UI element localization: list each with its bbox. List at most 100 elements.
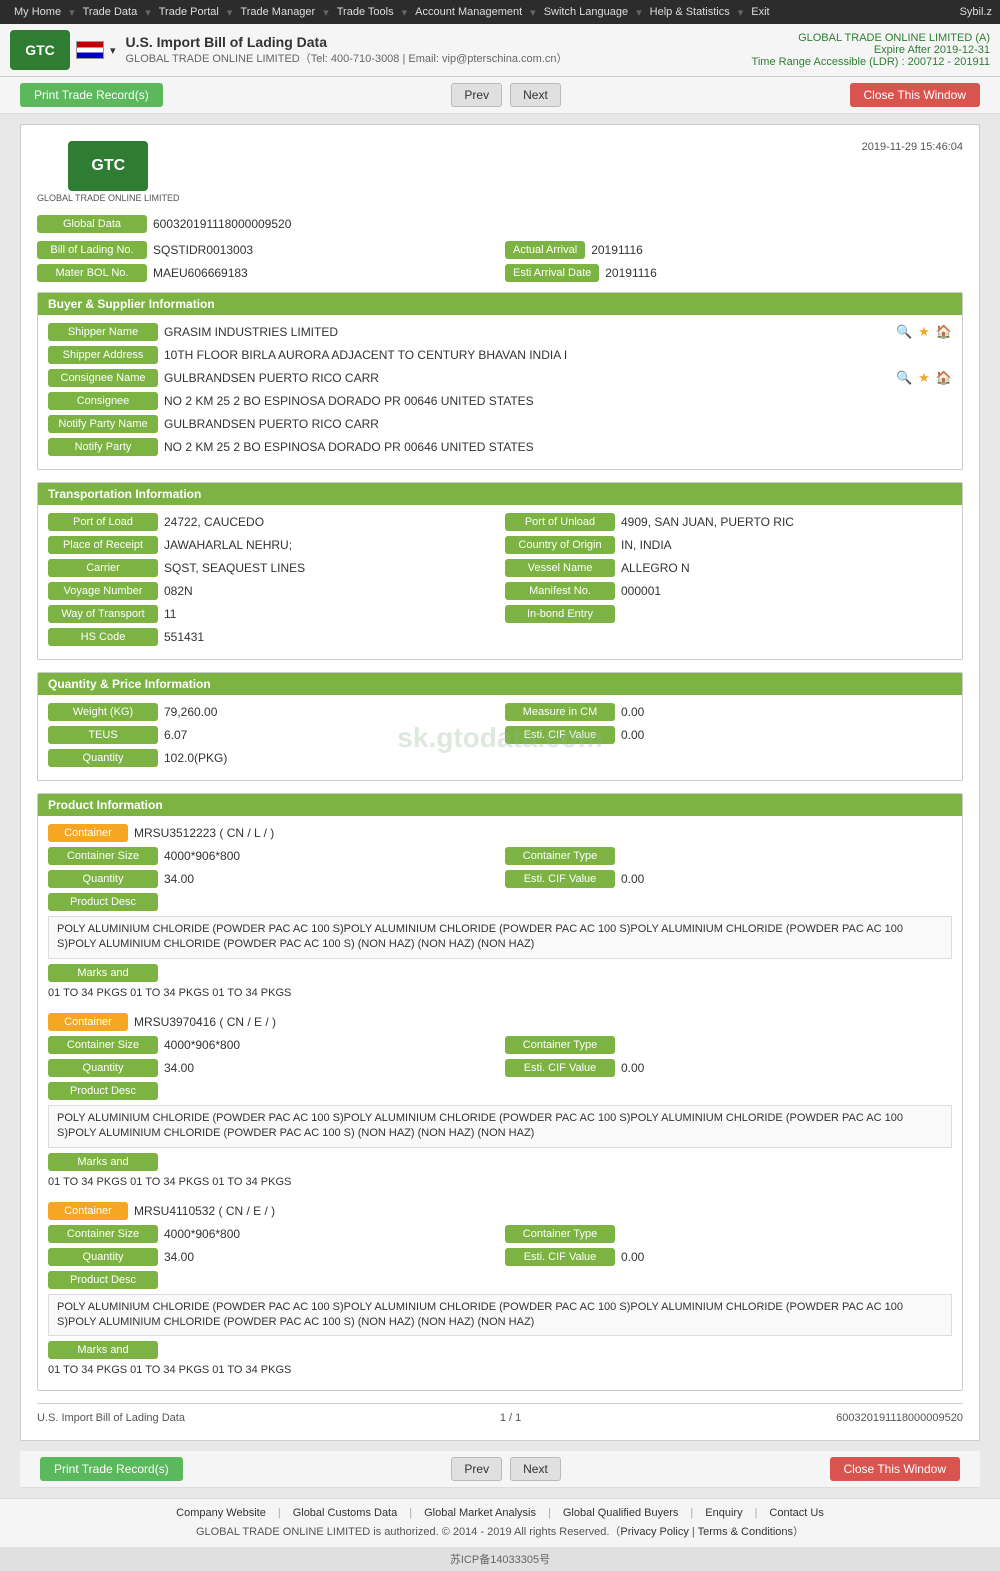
shipper-home-icon[interactable]: 🏠	[936, 324, 952, 340]
actual-arrival-value: 20191116	[591, 243, 963, 257]
shipper-star-icon[interactable]: ★	[918, 324, 930, 340]
close-button-bottom[interactable]: Close This Window	[830, 1457, 960, 1481]
nav-trade-tools[interactable]: Trade Tools	[331, 4, 400, 20]
container-0-size-row: Container Size 4000*906*800 Container Ty…	[48, 847, 952, 865]
voyage-number-value: 082N	[164, 584, 495, 598]
consignee-name-value: GULBRANDSEN PUERTO RICO CARR	[164, 371, 890, 385]
carrier-value: SQST, SEAQUEST LINES	[164, 561, 495, 575]
bottom-action-bar: Print Trade Record(s) Prev Next Close Th…	[20, 1451, 980, 1488]
transportation-header: Transportation Information	[38, 483, 962, 505]
place-country-row: Place of Receipt JAWAHARLAL NEHRU; Count…	[48, 536, 952, 554]
prev-button-top[interactable]: Prev	[451, 83, 502, 107]
container-2-marks-label: Marks and	[48, 1341, 158, 1359]
nav-help-statistics[interactable]: Help & Statistics	[644, 4, 736, 20]
container-2-desc-value: POLY ALUMINIUM CHLORIDE (POWDER PAC AC 1…	[48, 1294, 952, 1337]
bol-label: Bill of Lading No.	[37, 241, 147, 259]
footer-enquiry[interactable]: Enquiry	[705, 1507, 742, 1519]
nav-switch-language[interactable]: Switch Language	[538, 4, 634, 20]
buyer-supplier-header: Buyer & Supplier Information	[38, 293, 962, 315]
footer-terms[interactable]: Terms & Conditions	[698, 1526, 793, 1538]
notify-party-name-label: Notify Party Name	[48, 415, 158, 433]
container-0-qty-label: Quantity	[48, 870, 158, 888]
prev-button-bottom[interactable]: Prev	[451, 1457, 502, 1481]
bol-row: Bill of Lading No. SQSTIDR0013003 Actual…	[37, 241, 963, 259]
container-0-esti-value: 0.00	[621, 872, 952, 886]
container-0-size-label: Container Size	[48, 847, 158, 865]
notify-party-name-value: GULBRANDSEN PUERTO RICO CARR	[164, 417, 952, 431]
mater-bol-label: Mater BOL No.	[37, 264, 147, 282]
container-1-size-label: Container Size	[48, 1036, 158, 1054]
port-of-load-value: 24722, CAUCEDO	[164, 515, 495, 529]
container-1-row: Container MRSU3970416 ( CN / E / )	[48, 1013, 952, 1031]
container-item-0: Container MRSU3512223 ( CN / L / ) Conta…	[48, 824, 952, 999]
global-data-label: Global Data	[37, 215, 147, 233]
top-action-bar: Print Trade Record(s) Prev Next Close Th…	[0, 77, 1000, 114]
nav-bar: My Home ▾ Trade Data ▾ Trade Portal ▾ Tr…	[0, 0, 1000, 24]
footer-global-market[interactable]: Global Market Analysis	[424, 1507, 536, 1519]
container-2-desc-label-row: Product Desc	[48, 1271, 952, 1289]
footer-privacy[interactable]: Privacy Policy	[620, 1526, 688, 1538]
vessel-name-label: Vessel Name	[505, 559, 615, 577]
in-bond-entry-label: In-bond Entry	[505, 605, 615, 623]
consignee-search-icon[interactable]: 🔍	[896, 370, 912, 386]
country-of-origin-label: Country of Origin	[505, 536, 615, 554]
actual-arrival-col: Actual Arrival 20191116	[505, 241, 963, 259]
flag-icon	[76, 41, 104, 59]
doc-logo: GTC	[68, 141, 148, 191]
teus-label: TEUS	[48, 726, 158, 744]
product-info-body: Container MRSU3512223 ( CN / L / ) Conta…	[38, 816, 962, 1390]
footer-global-customs[interactable]: Global Customs Data	[293, 1507, 398, 1519]
nav-trade-manager[interactable]: Trade Manager	[234, 4, 321, 20]
container-1-size-value: 4000*906*800	[164, 1038, 495, 1052]
container-1-marks-value: 01 TO 34 PKGS 01 TO 34 PKGS 01 TO 34 PKG…	[48, 1176, 952, 1188]
product-info-header: Product Information	[38, 794, 962, 816]
consignee-home-icon[interactable]: 🏠	[936, 370, 952, 386]
next-button-top[interactable]: Next	[510, 83, 561, 107]
footer-global-buyers[interactable]: Global Qualified Buyers	[563, 1507, 679, 1519]
esti-cif-label: Esti. CIF Value	[505, 726, 615, 744]
weight-value: 79,260.00	[164, 705, 495, 719]
quantity-price-body: sk.gtodata.com Weight (KG) 79,260.00 Mea…	[38, 695, 962, 780]
nav-account-management[interactable]: Account Management	[409, 4, 528, 20]
quantity-price-section: Quantity & Price Information sk.gtodata.…	[37, 672, 963, 781]
mater-bol-col: Mater BOL No. MAEU606669183	[37, 264, 495, 282]
container-2-size-row: Container Size 4000*906*800 Container Ty…	[48, 1225, 952, 1243]
page-title: U.S. Import Bill of Lading Data	[126, 34, 742, 50]
nav-exit[interactable]: Exit	[745, 4, 775, 20]
container-1-size-row: Container Size 4000*906*800 Container Ty…	[48, 1036, 952, 1054]
print-button-bottom[interactable]: Print Trade Record(s)	[40, 1457, 183, 1481]
port-of-load-label: Port of Load	[48, 513, 158, 531]
buyer-supplier-body: Shipper Name GRASIM INDUSTRIES LIMITED 🔍…	[38, 315, 962, 469]
dropdown-arrow-icon[interactable]: ▾	[110, 44, 116, 57]
shipper-search-icon[interactable]: 🔍	[896, 324, 912, 340]
container-1-marks-label: Marks and	[48, 1153, 158, 1171]
consignee-star-icon[interactable]: ★	[918, 370, 930, 386]
close-button-top[interactable]: Close This Window	[850, 83, 980, 107]
nav-trade-data[interactable]: Trade Data	[77, 4, 144, 20]
nav-trade-portal[interactable]: Trade Portal	[153, 4, 225, 20]
account-status: GLOBAL TRADE ONLINE LIMITED (A)	[752, 32, 990, 44]
container-2-marks-label-row: Marks and	[48, 1341, 952, 1359]
global-data-row: Global Data 600320191118000009520	[37, 215, 963, 233]
container-0-row: Container MRSU3512223 ( CN / L / )	[48, 824, 952, 842]
footer-contact-us[interactable]: Contact Us	[769, 1507, 823, 1519]
carrier-vessel-row: Carrier SQST, SEAQUEST LINES Vessel Name…	[48, 559, 952, 577]
main-content: GTC GLOBAL TRADE ONLINE LIMITED 2019-11-…	[0, 114, 1000, 1498]
container-1-desc-label: Product Desc	[48, 1082, 158, 1100]
print-button-top[interactable]: Print Trade Record(s)	[20, 83, 163, 107]
next-button-bottom[interactable]: Next	[510, 1457, 561, 1481]
container-0-desc-value: POLY ALUMINIUM CHLORIDE (POWDER PAC AC 1…	[48, 916, 952, 959]
global-data-value: 600320191118000009520	[153, 217, 963, 231]
document-card: GTC GLOBAL TRADE ONLINE LIMITED 2019-11-…	[20, 124, 980, 1441]
header-bar: GTC ▾ U.S. Import Bill of Lading Data GL…	[0, 24, 1000, 77]
container-0-label: Container	[48, 824, 128, 842]
shipper-name-row: Shipper Name GRASIM INDUSTRIES LIMITED 🔍…	[48, 323, 952, 341]
container-0-esti-label: Esti. CIF Value	[505, 870, 615, 888]
transportation-body: Port of Load 24722, CAUCEDO Port of Unlo…	[38, 505, 962, 659]
nav-my-home[interactable]: My Home	[8, 4, 67, 20]
container-2-esti-label: Esti. CIF Value	[505, 1248, 615, 1266]
quantity-price-header: Quantity & Price Information	[38, 673, 962, 695]
vessel-name-value: ALLEGRO N	[621, 561, 952, 575]
container-1-marks-label-row: Marks and	[48, 1153, 952, 1171]
footer-company-website[interactable]: Company Website	[176, 1507, 266, 1519]
